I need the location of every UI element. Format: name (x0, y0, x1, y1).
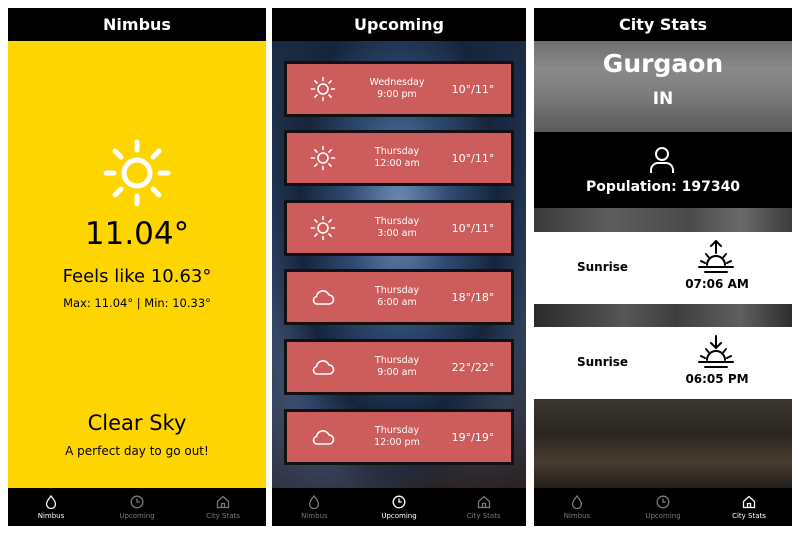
forecast-temps: 22°/22° (451, 360, 495, 374)
cloud-icon (312, 430, 335, 445)
forecast-day: Thursday (374, 285, 420, 296)
phone-screen-nimbus: Nimbus 11.04° Feels like 10.63° Max: 11.… (8, 8, 266, 526)
tab-label: Upcoming (119, 511, 155, 520)
tab-city-stats[interactable]: City Stats (441, 488, 526, 526)
header-bar: Upcoming (272, 8, 526, 41)
forecast-temps: 18°/18° (451, 290, 495, 304)
sunset-label: Sunrise (577, 355, 629, 369)
sunset-card: Sunrise 06:05 PM (534, 327, 792, 399)
forecast-temps: 19°/19° (451, 430, 495, 444)
population-band: Population: 197340 (534, 132, 792, 208)
screen-title: Nimbus (103, 15, 171, 34)
city-stats-panel: Gurgaon IN Population: 197340 Sunrise 07… (534, 41, 792, 488)
tab-bar: Nimbus Upcoming City Stats (534, 488, 792, 526)
cloud-icon (312, 360, 335, 375)
forecast-time: 9:00 am (377, 367, 417, 378)
tab-label: City Stats (732, 511, 766, 520)
tab-city-stats[interactable]: City Stats (706, 488, 792, 526)
sun-icon (310, 76, 336, 102)
tab-label: Nimbus (37, 511, 65, 520)
clock-icon (392, 495, 406, 508)
header-bar: Nimbus (8, 8, 266, 41)
home-icon (477, 495, 490, 508)
tab-bar: Nimbus Upcoming City Stats (272, 488, 526, 526)
tab-label: City Stats (206, 511, 240, 520)
drop-icon (45, 494, 57, 509)
city-name: Gurgaon (602, 49, 724, 78)
phone-screen-upcoming: Upcoming Wednesday 9:00 pm 10°/11° Thursd… (272, 8, 526, 526)
screen-title: Upcoming (354, 15, 444, 34)
tab-label: Nimbus (301, 511, 328, 520)
city-image (534, 400, 792, 488)
tab-nimbus[interactable]: Nimbus (534, 488, 620, 526)
tab-nimbus[interactable]: Nimbus (272, 488, 357, 526)
phone-screen-city-stats: City Stats Gurgaon IN Population: 197340… (534, 8, 792, 526)
population: Population: 197340 (585, 179, 741, 195)
temperature: 11.04° (84, 216, 190, 252)
home-icon (742, 495, 756, 508)
sunrise-card: Sunrise 07:06 AM (534, 232, 792, 304)
cloud-icon (312, 290, 335, 305)
forecast-card[interactable]: Thursday 9:00 am 22°/22° (284, 339, 514, 395)
forecast-time: 9:00 pm (377, 89, 417, 100)
tab-upcoming[interactable]: Upcoming (620, 488, 706, 526)
header-bar: City Stats (534, 8, 792, 41)
home-icon (216, 495, 230, 508)
tagline: A perfect day to go out! (65, 444, 209, 458)
forecast-card[interactable]: Thursday 12:00 am 10°/11° (284, 130, 514, 186)
min-max: Max: 11.04° | Min: 10.33° (63, 296, 211, 310)
clock-icon (656, 495, 670, 508)
forecast-time: 3:00 am (377, 228, 417, 239)
tab-label: Upcoming (381, 511, 417, 520)
sunrise-label: Sunrise (577, 260, 629, 274)
drop-icon (571, 494, 583, 509)
sunset-time: 06:05 PM (685, 372, 749, 386)
forecast-time: 6:00 am (377, 297, 417, 308)
forecast-card[interactable]: Thursday 3:00 am 10°/11° (284, 200, 514, 256)
forecast-time: 12:00 am (374, 158, 420, 169)
tab-label: Nimbus (563, 511, 591, 520)
city-hero: Gurgaon IN (534, 41, 792, 132)
clock-icon (130, 495, 144, 508)
forecast-card[interactable]: Thursday 6:00 am 18°/18° (284, 269, 514, 325)
city-image (534, 304, 792, 327)
tab-nimbus[interactable]: Nimbus (8, 488, 94, 526)
sunset-icon (698, 335, 734, 368)
drop-icon (309, 494, 320, 509)
tab-city-stats[interactable]: City Stats (180, 488, 266, 526)
feels-like: Feels like 10.63° (62, 266, 212, 287)
forecast-temps: 10°/11° (451, 82, 495, 96)
sunrise-time: 07:06 AM (685, 277, 749, 291)
sun-icon (103, 139, 171, 207)
forecast-day: Thursday (374, 425, 420, 436)
forecast-day: Wednesday (369, 77, 425, 88)
condition: Clear Sky (87, 411, 187, 435)
tab-upcoming[interactable]: Upcoming (94, 488, 180, 526)
forecast-list[interactable]: Wednesday 9:00 pm 10°/11° Thursday 12:00 a… (272, 41, 526, 488)
sun-icon (310, 145, 336, 171)
forecast-day: Thursday (374, 355, 420, 366)
forecast-time: 12:00 pm (374, 437, 420, 448)
forecast-temps: 10°/11° (451, 151, 495, 165)
tab-label: City Stats (466, 511, 501, 520)
forecast-day: Thursday (374, 216, 420, 227)
person-icon (650, 147, 674, 173)
tab-upcoming[interactable]: Upcoming (357, 488, 442, 526)
forecast-card[interactable]: Thursday 12:00 pm 19°/19° (284, 409, 514, 465)
city-country: IN (652, 89, 674, 109)
forecast-temps: 10°/11° (451, 221, 495, 235)
tab-label: Upcoming (645, 511, 681, 520)
city-image (534, 208, 792, 232)
forecast-day: Thursday (374, 146, 420, 157)
current-weather-panel: 11.04° Feels like 10.63° Max: 11.04° | M… (8, 41, 266, 488)
tab-bar: Nimbus Upcoming City Stats (8, 488, 266, 526)
sun-icon (310, 215, 336, 241)
screen-title: City Stats (618, 15, 707, 34)
forecast-card[interactable]: Wednesday 9:00 pm 10°/11° (284, 61, 514, 117)
sunrise-icon (698, 240, 734, 273)
